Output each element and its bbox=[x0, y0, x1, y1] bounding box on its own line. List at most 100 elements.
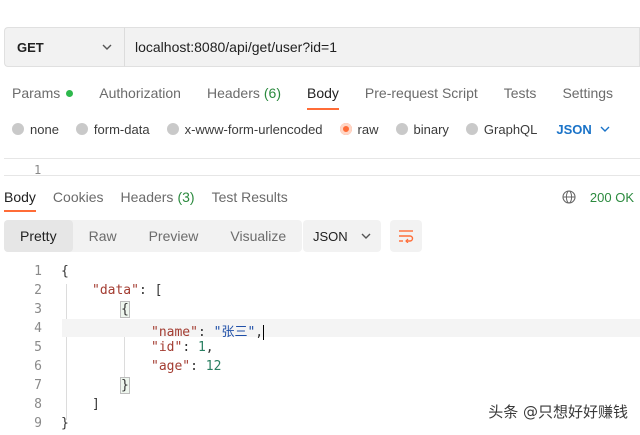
radio-label: binary bbox=[413, 121, 449, 137]
tab-params[interactable]: Params bbox=[12, 82, 74, 104]
tab-tests[interactable]: Tests bbox=[504, 82, 537, 104]
radio-dot bbox=[12, 123, 24, 135]
headers-count: (6) bbox=[263, 85, 281, 101]
tab-label: Tests bbox=[503, 85, 537, 101]
view-mode-toggle: Pretty Raw Preview Visualize bbox=[4, 220, 303, 252]
json-key: "id" bbox=[151, 340, 183, 355]
view-raw-button[interactable]: Raw bbox=[73, 220, 133, 252]
tab-label: Authorization bbox=[99, 85, 181, 101]
url-input[interactable]: localhost:8080/api/get/user?id=1 bbox=[124, 27, 640, 67]
body-type-radios: none form-data x-www-form-urlencoded raw… bbox=[12, 120, 610, 138]
headers-count: (3) bbox=[177, 189, 195, 205]
line-number: 5 bbox=[34, 340, 42, 355]
radio-none[interactable]: none bbox=[12, 122, 59, 137]
status-code: 200 OK bbox=[589, 189, 634, 205]
code-text: } bbox=[120, 377, 130, 394]
globe-icon[interactable] bbox=[562, 190, 576, 204]
tab-label: Cookies bbox=[52, 189, 104, 205]
code-line-active: 4 "name": "张三", bbox=[34, 319, 640, 340]
response-tab-test-results[interactable]: Test Results bbox=[212, 187, 288, 207]
json-punct: : bbox=[182, 340, 198, 355]
code-line: 7 } bbox=[0, 376, 640, 394]
body-format-select[interactable]: JSON bbox=[556, 121, 610, 137]
code-text: { bbox=[120, 301, 130, 318]
tab-label: Settings bbox=[562, 85, 614, 101]
code-text: ] bbox=[92, 397, 100, 412]
request-body-editor[interactable]: 1 bbox=[4, 158, 640, 176]
radio-dot bbox=[395, 123, 408, 135]
radio-binary[interactable]: binary bbox=[395, 121, 449, 137]
radio-form-data[interactable]: form-data bbox=[75, 121, 150, 137]
view-pretty-button[interactable]: Pretty bbox=[4, 220, 73, 252]
chevron-down-icon bbox=[361, 233, 371, 239]
wrap-lines-button[interactable] bbox=[390, 220, 422, 252]
chevron-down-icon bbox=[600, 126, 610, 132]
response-format-select[interactable]: JSON bbox=[303, 220, 381, 252]
tab-pre-request-script[interactable]: Pre-request Script bbox=[365, 82, 478, 104]
line-number: 1 bbox=[34, 264, 42, 279]
url-text: localhost:8080/api/get/user?id=1 bbox=[135, 39, 337, 55]
radio-label: GraphQL bbox=[483, 121, 538, 137]
radio-dot bbox=[75, 123, 88, 135]
radio-x-www-form-urlencoded[interactable]: x-www-form-urlencoded bbox=[166, 121, 323, 137]
json-punct: , bbox=[205, 340, 214, 355]
request-bar: GET localhost:8080/api/get/user?id=1 bbox=[4, 27, 640, 67]
code-text: "data": [ bbox=[92, 283, 162, 298]
tab-authorization[interactable]: Authorization bbox=[99, 82, 181, 104]
radio-label: x-www-form-urlencoded bbox=[184, 121, 323, 137]
tab-settings[interactable]: Settings bbox=[562, 82, 613, 104]
line-number: 8 bbox=[34, 397, 42, 412]
code-text: { bbox=[61, 264, 69, 279]
response-tab-cookies[interactable]: Cookies bbox=[53, 187, 104, 207]
json-key: "data" bbox=[92, 283, 139, 298]
radio-dot bbox=[465, 123, 478, 135]
request-tabs: Params Authorization Headers (6) Body Pr… bbox=[12, 82, 639, 110]
chevron-down-icon bbox=[102, 44, 112, 50]
line-number: 3 bbox=[34, 302, 42, 317]
method-select[interactable]: GET bbox=[4, 27, 124, 67]
json-number: 1 bbox=[197, 340, 206, 355]
line-number: 1 bbox=[34, 163, 42, 176]
line-number: 4 bbox=[34, 321, 42, 336]
tab-body[interactable]: Body bbox=[307, 82, 339, 110]
radio-label: none bbox=[30, 121, 59, 137]
tab-label: Body bbox=[4, 189, 36, 205]
radio-label: form-data bbox=[93, 121, 150, 137]
response-tabs: Body Cookies Headers (3) Test Results bbox=[4, 187, 305, 212]
radio-raw[interactable]: raw bbox=[339, 121, 379, 137]
code-text: "id": 1, bbox=[151, 340, 214, 355]
response-tab-headers[interactable]: Headers (3) bbox=[121, 187, 195, 207]
json-punct: : bbox=[190, 359, 206, 374]
radio-dot-selected bbox=[339, 123, 352, 135]
code-line: 5 "id": 1, bbox=[0, 338, 640, 356]
code-text: } bbox=[61, 416, 69, 431]
tab-label: Headers bbox=[120, 189, 174, 205]
response-tab-body[interactable]: Body bbox=[4, 187, 36, 212]
line-number: 2 bbox=[34, 283, 42, 298]
tab-headers[interactable]: Headers (6) bbox=[207, 82, 281, 104]
code-line: 3 { bbox=[0, 300, 640, 318]
json-punct: : [ bbox=[138, 283, 163, 298]
tab-label: Params bbox=[12, 85, 61, 101]
code-line: 6 "age": 12 bbox=[0, 357, 640, 375]
radio-label: raw bbox=[357, 121, 379, 137]
response-format-label: JSON bbox=[313, 228, 348, 244]
watermark: 头条 @只想好好赚钱 bbox=[488, 403, 628, 421]
json-key: "age" bbox=[151, 359, 191, 374]
response-status-area: 200 OK bbox=[562, 187, 634, 207]
view-preview-button[interactable]: Preview bbox=[133, 220, 215, 252]
params-indicator-dot bbox=[66, 89, 74, 97]
view-visualize-button[interactable]: Visualize bbox=[214, 220, 302, 252]
line-number: 9 bbox=[34, 416, 42, 431]
wrap-lines-icon bbox=[399, 230, 414, 243]
json-number: 12 bbox=[205, 359, 222, 374]
line-number: 6 bbox=[34, 359, 42, 374]
body-format-label: JSON bbox=[556, 121, 592, 137]
line-number: 7 bbox=[34, 378, 42, 393]
tab-label: Test Results bbox=[211, 189, 288, 205]
radio-graphql[interactable]: GraphQL bbox=[465, 121, 538, 137]
code-text: "age": 12 bbox=[151, 359, 221, 374]
radio-dot bbox=[166, 123, 179, 135]
tab-label: Body bbox=[307, 85, 339, 101]
code-line: 1 { bbox=[0, 262, 640, 280]
